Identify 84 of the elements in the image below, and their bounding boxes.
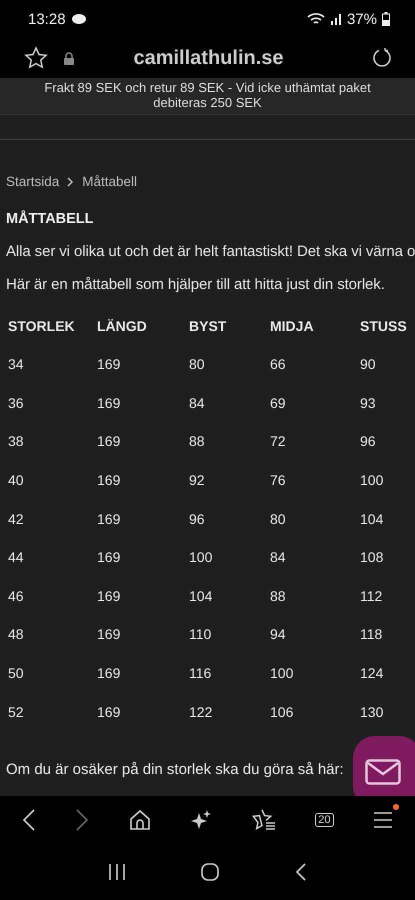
chevron-icon: [67, 176, 74, 186]
table-cell-text: 38: [8, 433, 25, 450]
table-cell-text: 124: [360, 665, 384, 682]
menu-icon[interactable]: [372, 811, 393, 829]
star-icon[interactable]: [24, 46, 48, 70]
table-cell-text: 76: [270, 472, 287, 488]
table-cell-text: 122: [189, 704, 214, 720]
table-cell-text: 94: [270, 626, 287, 642]
table-cell-text: 92: [189, 472, 206, 488]
table-cell-text: 34: [8, 356, 25, 372]
table-cell-text: 110: [189, 626, 212, 642]
table-cell-text: 96: [189, 510, 206, 527]
table-cell-text: 52: [8, 704, 25, 720]
table-cell-text: 44: [8, 549, 25, 566]
table-cell-text: 84: [270, 549, 287, 566]
battery-percent: 37%: [346, 10, 377, 28]
table-cell-text: 104: [189, 588, 214, 604]
page-heading: MÅTTABELL: [6, 211, 95, 227]
mail-icon: [365, 759, 401, 785]
home-icon[interactable]: [128, 809, 151, 831]
table-cell-text: 130: [360, 704, 384, 720]
table-cell-text: 100: [189, 549, 214, 566]
table-cell-text: 169: [97, 472, 122, 488]
table-cell-text: 118: [360, 626, 384, 642]
table-cell-text: 112: [360, 588, 384, 604]
forward-icon[interactable]: [75, 809, 90, 831]
table-cell-text: 106: [270, 704, 294, 720]
lock-icon: [64, 52, 74, 64]
table-cell-text: 169: [97, 433, 122, 450]
breadcrumb-link[interactable]: Måttabell: [82, 174, 138, 189]
table-cell-text: 84: [189, 394, 206, 411]
column-header: BYST: [189, 318, 228, 334]
mail-button[interactable]: [353, 736, 415, 796]
table-cell-text: 100: [270, 665, 294, 682]
table-cell-text: 169: [97, 588, 122, 604]
sparkle-icon[interactable]: [190, 809, 212, 831]
table-cell-text: 80: [270, 510, 287, 527]
table-cell-text: 169: [97, 704, 122, 720]
table-cell-text: 50: [8, 665, 25, 682]
signal-icon: [330, 13, 342, 25]
table-cell-text: 169: [97, 394, 122, 411]
table-cell-text: 42: [8, 510, 25, 527]
table-cell-text: 169: [97, 356, 122, 372]
column-header: STUSS: [360, 318, 408, 334]
table-cell-text: 116: [189, 665, 212, 682]
table-cell-text: 90: [360, 356, 377, 372]
banner-text: debiteras 250 SEK: [153, 95, 262, 110]
table-cell-text: 169: [97, 626, 122, 642]
banner-text: Frakt 89 SEK och retur 89 SEK - Vid icke uthämtat paket: [44, 80, 371, 95]
status-time: 13:28: [28, 10, 66, 28]
recent-apps-icon[interactable]: [108, 864, 126, 880]
table-cell-text: 108: [360, 549, 384, 566]
table-cell-text: 46: [8, 588, 25, 604]
column-header: STORLEK: [8, 318, 76, 334]
table-cell-text: 88: [189, 433, 206, 450]
table-cell-text: 36: [8, 394, 25, 411]
paragraph: Alla ser vi olika ut och det är helt fantastiskt! Det ska vi värna o: [6, 243, 415, 260]
home-button-icon[interactable]: [201, 863, 220, 881]
back-icon[interactable]: [295, 863, 308, 881]
column-header: MIDJA: [270, 318, 315, 334]
table-cell-text: 80: [189, 356, 206, 372]
paragraph: Om du är osäker på din storlek ska du göra så här:: [6, 760, 344, 778]
breadcrumb-link[interactable]: Startsida: [6, 174, 60, 189]
table-cell-text: 40: [8, 472, 25, 488]
table-cell-text: 104: [360, 510, 384, 527]
table-cell-text: 93: [360, 394, 377, 411]
table-cell-text: 88: [270, 588, 287, 604]
wifi-icon: [306, 12, 325, 26]
table-cell-text: 48: [8, 626, 25, 642]
paragraph: Här är en måttabell som hjälper till att hitta just din storlek.: [6, 276, 386, 293]
back-icon[interactable]: [22, 809, 36, 831]
battery-icon: [382, 12, 390, 26]
table-cell-text: 100: [360, 472, 384, 488]
column-header: LÄNGD: [97, 318, 148, 334]
table-cell-text: 169: [97, 510, 122, 527]
table-cell-text: 169: [97, 549, 122, 566]
table-cell-text: 72: [270, 433, 287, 450]
table-cell-text: 96: [360, 433, 377, 450]
table-cell-text: 69: [270, 394, 287, 411]
table-cell-text: 169: [97, 665, 122, 682]
reload-icon[interactable]: [371, 47, 393, 69]
cloud-icon: [70, 13, 87, 25]
table-cell-text: 66: [270, 356, 287, 372]
tabs-count-button[interactable]: 20: [315, 813, 334, 827]
